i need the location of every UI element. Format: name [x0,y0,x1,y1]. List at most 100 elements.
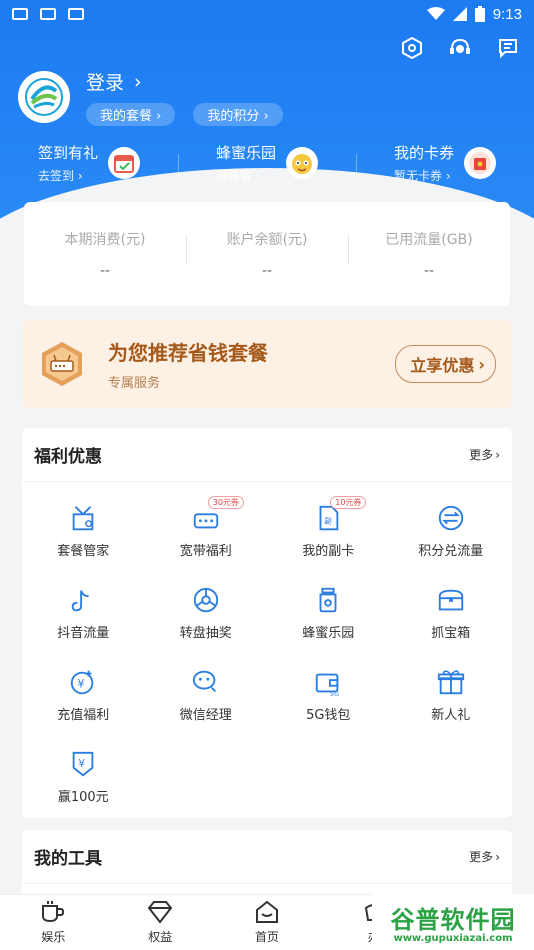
benefit-item[interactable]: 转盘抽奖 [145,578,268,660]
benefit-label: 宽带福利 [179,544,232,559]
section-title: 福利优惠 [34,447,102,467]
stat-balance[interactable]: 账户余额(元) -- [186,229,348,279]
promo-title: 为您推荐省钱套餐 [108,341,268,365]
promo-subtitle: 专属服务 [108,376,161,391]
quick-checkin[interactable]: 签到有礼 去签到 › [0,142,178,184]
wheel-icon [190,584,222,616]
my-plan-button[interactable]: 我的套餐 › [86,103,176,126]
benefit-item[interactable]: ¥ 充值福利 [22,660,145,742]
benefit-item[interactable]: 蜂蜜乐园 [267,578,390,660]
watermark-logo: 谷普软件园 www.gupuxiazai.com [372,894,534,950]
benefits-more-link[interactable]: 更多 › [469,446,500,463]
quick-checkin-title: 签到有礼 [37,144,98,162]
benefit-label: 积分兑流量 [418,544,484,559]
benefit-item[interactable]: 新人礼 [390,660,513,742]
benefit-label: 充值福利 [57,708,110,723]
benefit-label: 微信经理 [179,708,232,723]
benefit-label: 抖音流量 [57,626,110,641]
home-icon [255,900,278,923]
svg-text:5G: 5G [330,690,339,698]
benefit-item[interactable]: 抖音流量 [22,578,145,660]
tools-more-link[interactable]: 更多 › [469,848,500,865]
login-link[interactable]: 登录 › [86,68,283,95]
tools-section: 我的工具 更多 › [22,830,512,900]
benefit-label: 抓宝箱 [431,626,471,641]
nav-home[interactable]: 首页 [214,895,321,950]
wallet-icon: 5G [312,666,344,698]
message-icon[interactable] [496,36,520,60]
benefit-label: 我的副卡 [302,544,355,559]
user-header: 登录 › 我的套餐 › 我的积分 › [18,68,283,126]
my-points-button[interactable]: 我的积分 › [193,103,283,126]
quick-coupons[interactable]: 我的卡券 暂无卡券 › [356,142,534,184]
quick-coupons-sub: 暂无卡券 › [393,169,451,183]
benefit-item[interactable]: 30元券宽带福利 [145,496,268,578]
diamond-icon [147,901,173,924]
benefit-item[interactable]: 抓宝箱 [390,578,513,660]
coupon-badge: 10元券 [330,496,367,509]
watermark-url: www.gupuxiazai.com [393,933,513,944]
chevron-right-icon: › [134,70,142,93]
benefit-label: 赢100元 [57,790,109,805]
quick-honey-sub: 赚蜂蜜 › [215,169,261,183]
quick-coupons-title: 我的卡券 [393,144,454,162]
stat-label: 已用流量(GB) [385,232,473,248]
yuan-coin-icon: ¥ [67,666,99,698]
benefits-section: 福利优惠 更多 › 套餐管家 30元券 宽带福利 副 10元券 我的副卡 积分兑流量 抖音流量… [22,428,512,818]
signal-icon [452,7,467,21]
status-time: 9:13 [492,5,522,23]
benefit-item[interactable]: 套餐管家 [22,496,145,578]
stat-current-spend[interactable]: 本期消费(元) -- [24,229,186,279]
stat-value: -- [99,263,111,279]
china-mobile-logo[interactable] [18,71,70,123]
benefit-label: 5G钱包 [306,708,351,723]
nav-entertainment[interactable]: 娱乐 [0,895,107,950]
yuan-shield-icon: ¥ [67,748,99,780]
benefit-item[interactable]: 5G 5G钱包 [267,660,390,742]
watermark-title: 谷普软件园 [390,906,516,934]
stat-label: 账户余额(元) [226,232,308,248]
benefit-label: 蜂蜜乐园 [302,626,355,641]
wechat-icon [190,666,222,698]
benefit-label: 新人礼 [431,708,471,723]
top-toolbar [400,36,520,60]
stat-label: 本期消费(元) [64,232,146,248]
nav-benefits[interactable]: 权益 [107,895,214,950]
a-notification-icon [68,8,84,20]
savings-plan-banner[interactable]: 为您推荐省钱套餐 专属服务 立享优惠 › [22,320,512,408]
exchange-icon [435,502,467,534]
wifi-icon [426,7,445,20]
benefit-item[interactable]: ¥ 赢100元 [22,742,145,824]
benefit-item[interactable]: 微信经理 [145,660,268,742]
honey-jar-icon [312,584,344,616]
nav-label: 首页 [254,930,279,944]
nav-label: 娱乐 [41,930,66,944]
treasure-chest-icon [435,584,467,616]
coupon-badge: 30元券 [207,496,244,509]
benefit-label: 转盘抽奖 [179,626,232,641]
section-title: 我的工具 [34,849,102,869]
benefit-item[interactable]: 积分兑流量 [390,496,513,578]
stat-data-used[interactable]: 已用流量(GB) -- [348,229,510,279]
claim-offer-button[interactable]: 立享优惠 › [395,345,496,383]
mail-notification-icon [12,8,28,20]
benefits-grid: 套餐管家 30元券 宽带福利 副 10元券 我的副卡 积分兑流量 抖音流量 转盘抽奖 蜂蜜乐园 抓宝… [22,482,512,824]
customer-service-icon[interactable] [448,36,472,60]
status-bar: 9:13 [0,0,534,28]
quick-checkin-sub: 去签到 › [37,169,83,183]
stat-value: -- [423,263,435,279]
svg-text:¥: ¥ [78,678,85,691]
app-notification-icon [40,8,56,20]
tiktok-icon [67,584,99,616]
gift-box-icon [67,502,99,534]
router-icon: 30元券 [190,496,244,534]
router-hexagon-icon [42,342,82,386]
settings-hexagon-icon[interactable] [400,36,424,60]
benefit-item[interactable]: 副 10元券我的副卡 [267,496,390,578]
nav-label: 权益 [148,930,173,944]
sim-card-icon: 副 10元券 [312,496,367,534]
account-stats-card: 本期消费(元) -- 账户余额(元) -- 已用流量(GB) -- [24,202,510,306]
bee-icon [286,147,318,179]
cup-icon [42,901,65,923]
quick-honey-park[interactable]: 蜂蜜乐园 赚蜂蜜 › [178,142,356,184]
